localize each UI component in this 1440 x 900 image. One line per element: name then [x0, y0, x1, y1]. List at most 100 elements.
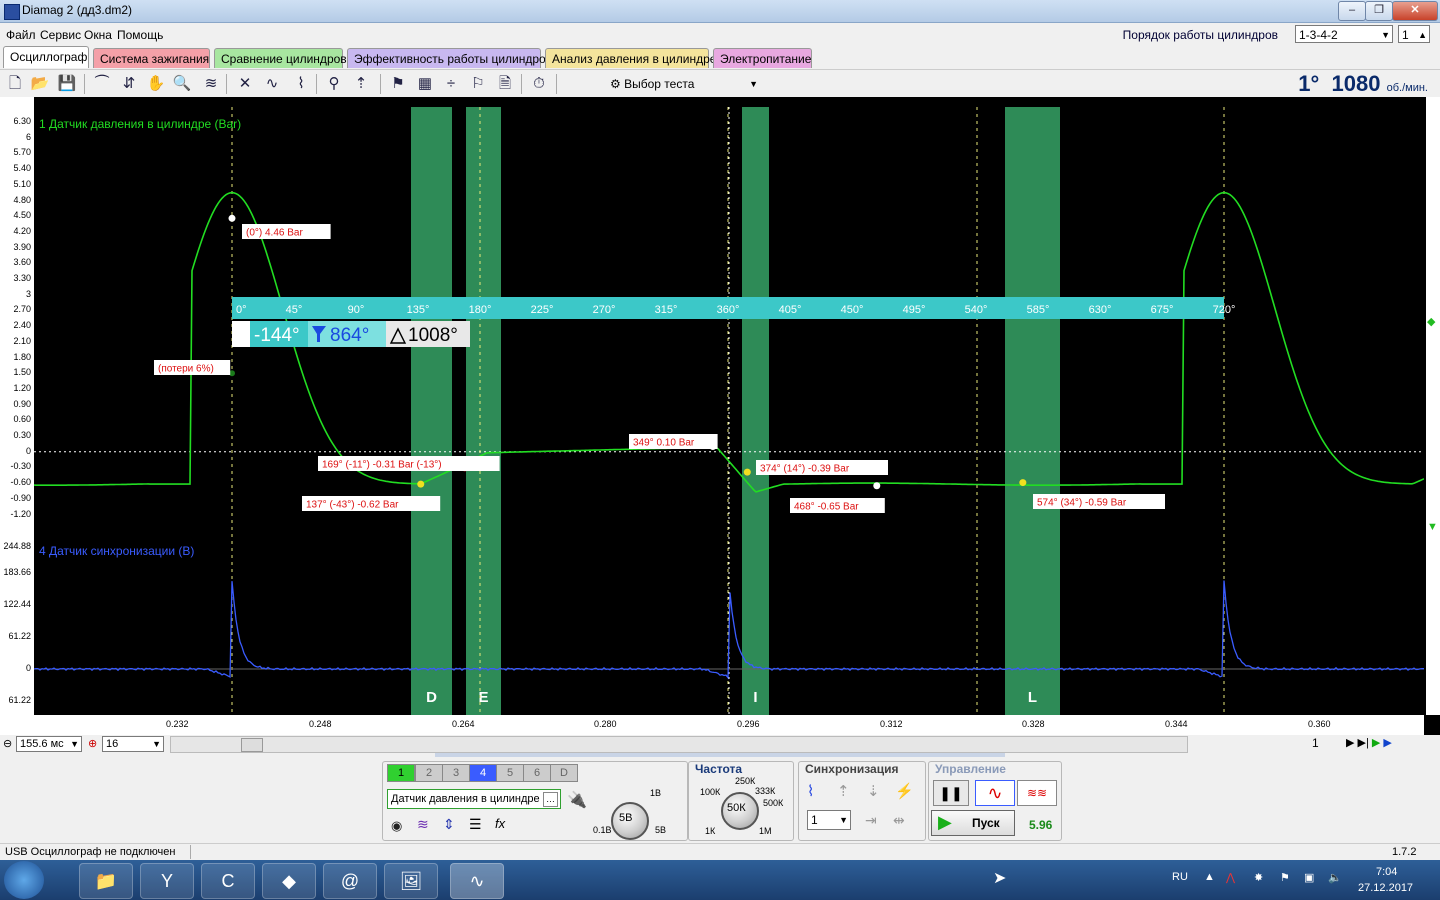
grid-icon[interactable]: ▦ [414, 73, 436, 95]
sensor-select[interactable]: Датчик давления в цилиндре… [387, 789, 561, 809]
volume-icon[interactable]: 🔈 [1328, 871, 1342, 884]
save-icon[interactable]: 💾 [56, 73, 78, 95]
yandex-browser-icon[interactable]: Y [140, 863, 194, 899]
channel-marker-icon[interactable]: ▼ [1427, 521, 1438, 533]
sync-down-icon[interactable]: ⇣ [867, 782, 880, 800]
knob-label: 500К [763, 798, 784, 808]
cylinder-select[interactable]: 1 ▲ [1398, 25, 1430, 43]
diamag-icon[interactable]: ∿ [450, 863, 504, 899]
splitter[interactable] [435, 753, 1005, 757]
sync-width-icon[interactable]: ⇹ [893, 812, 905, 829]
minimize-button[interactable]: – [1338, 1, 1366, 21]
menu-file[interactable]: Файл [6, 28, 36, 42]
tray-arrow-icon[interactable]: ▲ [1204, 871, 1215, 883]
start-menu-icon[interactable] [4, 861, 44, 899]
new-file-icon[interactable]: 🗋 [4, 73, 26, 95]
clock-time[interactable]: 7:04 [1376, 866, 1397, 878]
y-tick-label: 61.22 [8, 695, 31, 705]
zoom-icon[interactable]: 🔍 [171, 73, 193, 95]
wave-icon[interactable]: ≋ [417, 816, 429, 833]
document-icon[interactable]: 🗎 [494, 73, 516, 95]
tray-app2-icon[interactable]: ✸ [1254, 871, 1263, 884]
auto-trigger-icon[interactable]: ⚲ [323, 73, 345, 95]
menu-help[interactable]: Помощь [117, 28, 163, 42]
cursor-mode-icon[interactable]: ⏜ [91, 73, 113, 95]
tab-cylinder-compare[interactable]: Сравнение цилиндров [214, 48, 347, 68]
frequency-title: Частота [695, 762, 743, 776]
next-page-icon[interactable]: ▶ ▶| ▶ ▶ [1346, 736, 1392, 749]
count-select[interactable]: 16 ▼ [102, 736, 164, 752]
start-button[interactable]: ▶ Пуск [931, 810, 1015, 836]
channel-5-button[interactable]: 5 [496, 764, 524, 782]
play-icon: ▶ [938, 812, 952, 832]
close-button[interactable]: ✕ [1392, 1, 1438, 21]
mail-icon[interactable]: @ [323, 863, 377, 899]
pan-hand-icon[interactable]: ✋ [145, 73, 167, 95]
signal-x-icon[interactable]: ✕ [234, 73, 256, 95]
multi-wave-button[interactable]: ≋≋ [1017, 780, 1057, 806]
cylinder-order-select[interactable]: 1-3-4-2 ▼ [1295, 25, 1393, 43]
zone-band [466, 107, 501, 715]
single-wave-button[interactable]: ∿ [975, 780, 1015, 806]
channel-3-button[interactable]: 3 [442, 764, 470, 782]
tab-cylinder-efficiency[interactable]: Эффективность работы цилиндров [347, 48, 552, 68]
office-icon[interactable]: ◆ [262, 863, 316, 899]
tab-power-supply[interactable]: Электропитание [713, 48, 812, 68]
y-tick-label: 0 [25, 663, 31, 673]
control-readout: 5.96 [1029, 818, 1053, 832]
photo-viewer-icon[interactable]: 🖼 [384, 863, 438, 899]
tab-pressure-analysis[interactable]: Анализ давления в цилиндре [545, 48, 716, 68]
channel-2-button[interactable]: 2 [415, 764, 443, 782]
marker-icon[interactable]: ⚑ [387, 73, 409, 95]
sync-channel-select[interactable]: 1 ▼ [807, 810, 851, 830]
plot-area[interactable]: DEIL 1 Датчик давления в цилиндре (Bar)4… [34, 107, 1424, 715]
ccleaner-icon[interactable]: C [201, 863, 255, 899]
language-indicator[interactable]: RU [1172, 871, 1188, 883]
signal-overlay-icon[interactable]: ⌇ [290, 73, 312, 95]
channel-6-button[interactable]: 6 [523, 764, 551, 782]
lines-icon[interactable]: ☰ [469, 816, 482, 833]
function-icon[interactable]: fx [495, 816, 505, 831]
signal-wave-icon[interactable]: ∿ [261, 73, 283, 95]
explorer-icon[interactable]: 📁 [79, 863, 133, 899]
sync-auto-icon[interactable]: ⚡ [895, 782, 914, 800]
tray-app-icon[interactable]: ⋀ [1226, 871, 1235, 884]
horizontal-scrollbar[interactable] [170, 736, 1188, 753]
menu-windows[interactable]: Окна [84, 28, 112, 42]
eye-icon[interactable]: ◉ [391, 818, 402, 834]
flag-icon[interactable]: ⚐ [467, 73, 489, 95]
network-icon[interactable]: ▣ [1304, 871, 1314, 884]
zoom-out-icon[interactable]: ⊖ [3, 737, 12, 750]
tab-oscilloscope[interactable]: Осциллограф [3, 46, 89, 68]
sync-up-icon[interactable]: ⇡ [837, 782, 850, 800]
invert-icon[interactable]: ⇕ [443, 816, 455, 833]
tab-ignition[interactable]: Система зажигания [93, 48, 210, 68]
sync-rising-icon[interactable]: ⌇ [807, 782, 814, 800]
zero-level-icon[interactable]: ⇡ [350, 73, 372, 95]
split-icon[interactable]: ÷ [440, 73, 462, 95]
auto-icon[interactable]: ⏱ [528, 73, 550, 95]
cursor-a-value: -144° [254, 325, 300, 346]
maximize-button[interactable]: ❐ [1365, 1, 1393, 21]
plug-icon[interactable]: 🔌 [567, 790, 587, 810]
flag-tray-icon[interactable]: ⚑ [1280, 871, 1290, 884]
channel-d-button[interactable]: D [550, 764, 578, 782]
channel-marker-icon[interactable]: ◆ [1427, 315, 1435, 328]
measure-icon[interactable]: ⇵ [118, 73, 140, 95]
channel-1-button[interactable]: 1 [387, 764, 415, 782]
annotation-text: (0°) 4.46 Bar [246, 228, 303, 239]
open-folder-icon[interactable]: 📂 [29, 73, 51, 95]
filter-icon[interactable]: ≋ [200, 73, 222, 95]
oscilloscope-view[interactable]: 6.30 6 5.70 5.40 5.10 4.80 4.50 4.20 3.90 3.60 3.3… [0, 97, 1440, 735]
x-tick-label: 0.248 [309, 719, 332, 729]
test-select[interactable]: ⚙ Выбор теста ▼ [610, 74, 762, 94]
clock-date[interactable]: 27.12.2017 [1358, 882, 1413, 894]
start-label: Пуск [972, 816, 1000, 830]
scrollbar-thumb[interactable] [241, 738, 263, 752]
zoom-in-icon[interactable]: ⊕ [88, 737, 97, 750]
pause-button[interactable]: ❚❚ [933, 780, 969, 806]
timebase-select[interactable]: 155.6 мс ▼ [16, 736, 82, 752]
channel-4-button[interactable]: 4 [469, 764, 497, 782]
sync-level-icon[interactable]: ⇥ [865, 812, 877, 829]
menu-service[interactable]: Сервис [40, 28, 81, 42]
